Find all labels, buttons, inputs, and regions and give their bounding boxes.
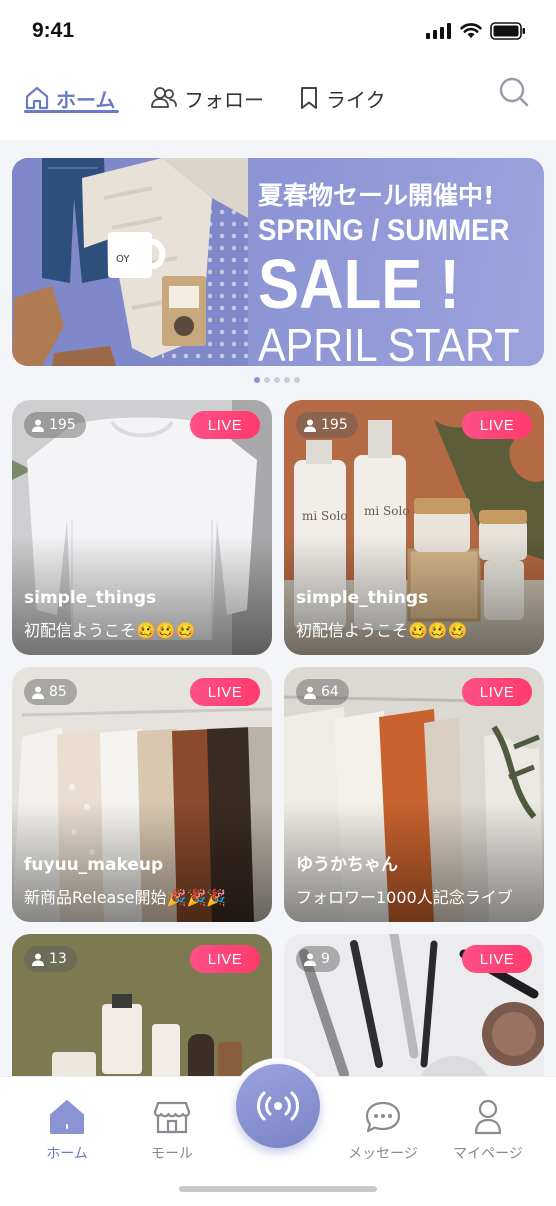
banner-image: OY <box>12 158 248 366</box>
viewer-count: 13 <box>49 951 67 967</box>
bottom-nav-messages[interactable]: メッセージ <box>333 1095 433 1163</box>
person-icon <box>304 686 316 699</box>
stream-title: フォロワー1000人記念ライブ <box>296 888 513 907</box>
banner-dot[interactable] <box>254 377 260 383</box>
person-icon <box>32 686 44 699</box>
viewer-count-badge: 195 <box>24 412 86 438</box>
tab-like[interactable]: ライク <box>298 80 386 116</box>
live-badge: LIVE <box>462 945 532 973</box>
go-live-button[interactable] <box>236 1064 320 1148</box>
streamer-name: simple_things <box>296 588 429 608</box>
active-tab-indicator <box>24 110 119 113</box>
viewer-count: 9 <box>321 951 330 967</box>
wifi-icon <box>460 23 482 38</box>
live-badge: LIVE <box>190 945 260 973</box>
stream-title: 新商品Release開始🎉🎉🎉 <box>24 888 227 907</box>
person-icon <box>32 419 44 432</box>
viewer-count: 85 <box>49 684 67 700</box>
tab-follow-label: フォロー <box>184 87 264 112</box>
bottom-nav-mypage[interactable]: マイページ <box>438 1095 538 1163</box>
stream-title: 初配信ようこそ🥴🥴🥴 <box>296 621 468 640</box>
viewer-count-badge: 9 <box>296 946 340 972</box>
bottom-nav-home-label: ホーム <box>46 1146 88 1162</box>
viewer-count-badge: 13 <box>24 946 77 972</box>
tab-like-label: ライク <box>326 87 386 112</box>
streamer-name: simple_things <box>24 588 157 608</box>
live-card[interactable]: 64 LIVE ゆうかちゃん フォロワー1000人記念ライブ <box>284 667 544 922</box>
banner-dot[interactable] <box>264 377 270 383</box>
home-indicator[interactable] <box>179 1186 377 1192</box>
viewer-count-badge: 195 <box>296 412 358 438</box>
live-card[interactable]: 85 LIVE fuyuu_makeup 新商品Release開始🎉🎉🎉 <box>12 667 272 922</box>
viewer-count-badge: 64 <box>296 679 349 705</box>
live-badge: LIVE <box>190 678 260 706</box>
home-icon <box>50 1100 84 1134</box>
viewer-count: 64 <box>321 684 339 700</box>
home-icon <box>25 86 49 110</box>
person-icon <box>304 953 316 966</box>
live-card[interactable]: 13 LIVE <box>12 934 272 1076</box>
live-card[interactable]: 195 LIVE simple_things 初配信ようこそ🥴🥴🥴 <box>12 400 272 655</box>
banner-headline-jp: 夏春物セール開催中! <box>258 181 495 210</box>
user-icon <box>474 1099 502 1135</box>
svg-text:OY: OY <box>116 254 130 265</box>
banner-sale: SALE ! <box>258 245 460 323</box>
chat-bubble-icon <box>365 1101 401 1133</box>
banner-season: SPRING / SUMMER <box>258 214 510 247</box>
store-icon <box>153 1101 191 1134</box>
bottom-nav-mypage-label: マイページ <box>453 1146 523 1162</box>
bottom-nav-messages-label: メッセージ <box>348 1146 418 1162</box>
bottom-nav-home[interactable]: ホーム <box>17 1095 117 1163</box>
person-icon <box>32 953 44 966</box>
banner-april-start: APRIL START <box>258 319 520 366</box>
banner-text: 夏春物セール開催中! SPRING / SUMMER SALE ! APRIL … <box>258 176 528 366</box>
viewer-count-badge: 85 <box>24 679 77 705</box>
live-badge: LIVE <box>190 411 260 439</box>
svg-text:mi Solo: mi Solo <box>364 504 410 518</box>
bottom-nav-mall-label: モール <box>151 1146 193 1162</box>
tab-home-label: ホーム <box>56 87 116 112</box>
search-icon[interactable] <box>498 76 530 108</box>
bottom-nav-mall[interactable]: モール <box>122 1095 222 1163</box>
battery-icon <box>490 22 525 40</box>
live-badge: LIVE <box>462 411 532 439</box>
person-icon <box>304 419 316 432</box>
stream-title: 初配信ようこそ🥴🥴🥴 <box>24 621 196 640</box>
banner-dot[interactable] <box>274 377 280 383</box>
viewer-count: 195 <box>49 417 76 433</box>
status-bar: 9:41 <box>0 0 556 62</box>
tab-follow[interactable]: フォロー <box>150 80 264 116</box>
banner-dot[interactable] <box>294 377 300 383</box>
banner-dot[interactable] <box>284 377 290 383</box>
svg-text:mi Solo: mi Solo <box>302 509 348 523</box>
users-icon <box>151 87 177 108</box>
content-area[interactable]: OY 夏春物セール開催中! SPRING / SUMMER SALE ! APR… <box>0 140 556 1076</box>
banner-page-indicator[interactable] <box>254 377 300 383</box>
top-nav: ホーム フォロー ライク <box>0 62 556 140</box>
streamer-name: fuyuu_makeup <box>24 855 164 875</box>
live-card[interactable]: mi Solo mi Solo 195 LIVE simple_things 初… <box>284 400 544 655</box>
status-icons <box>426 22 526 40</box>
bookmark-icon <box>301 87 317 109</box>
broadcast-icon <box>257 1091 299 1121</box>
status-time: 9:41 <box>32 19 75 42</box>
sale-banner[interactable]: OY 夏春物セール開催中! SPRING / SUMMER SALE ! APR… <box>12 158 544 366</box>
viewer-count: 195 <box>321 417 348 433</box>
streamer-name: ゆうかちゃん <box>296 855 398 875</box>
live-card[interactable]: 9 LIVE <box>284 934 544 1076</box>
signal-icon <box>426 23 451 39</box>
live-badge: LIVE <box>462 678 532 706</box>
